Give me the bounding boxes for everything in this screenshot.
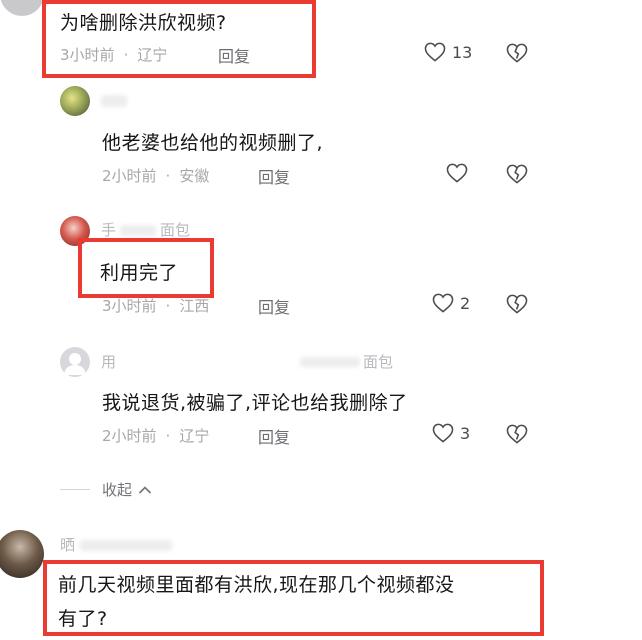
like-count: 13: [452, 42, 473, 62]
dislike-button[interactable]: [506, 43, 528, 67]
comment-text: 利用完了: [100, 262, 179, 284]
comment-location: 辽宁: [179, 427, 210, 445]
avatar[interactable]: [60, 86, 90, 116]
comment-text: 我说退货,被骗了,评论也给我删除了: [102, 392, 408, 414]
default-avatar-icon: [64, 353, 86, 375]
username-blurred: [101, 95, 127, 107]
broken-heart-icon: [506, 43, 528, 63]
username-blurred: [80, 540, 172, 551]
comment-text: 他老婆也给他的视频删了,: [102, 132, 324, 154]
comment-time: 2小时前: [102, 167, 157, 185]
reply-button[interactable]: 回复: [258, 164, 290, 188]
dislike-button[interactable]: [506, 294, 528, 318]
broken-heart-icon: [506, 424, 528, 444]
comment-location: 江西: [179, 297, 210, 315]
comment-meta: 3小时前 · 辽宁: [60, 44, 167, 65]
comment-location: 安徽: [179, 167, 210, 185]
like-button[interactable]: [446, 163, 474, 183]
like-button[interactable]: 13: [424, 42, 472, 62]
username: 用 面包: [101, 351, 411, 372]
username-end: 面包: [160, 221, 191, 239]
collapse-label: 收起: [102, 481, 133, 499]
dislike-button[interactable]: [506, 424, 528, 448]
comment-time: 3小时前: [102, 297, 157, 315]
comment-meta: 2小时前 · 辽宁: [102, 425, 209, 446]
comment-text: 前几天视频里面都有洪欣,现在那几个视频都没: [58, 574, 455, 596]
comment-text-continued: 有了?: [58, 608, 108, 630]
like-button[interactable]: 3: [432, 423, 470, 443]
reply-button[interactable]: 回复: [218, 43, 250, 67]
collapse-divider: [60, 489, 90, 490]
username-end: 面包: [363, 353, 394, 371]
collapse-replies-button[interactable]: 收起: [102, 479, 152, 500]
username-start: 用: [101, 353, 117, 371]
heart-icon: [432, 293, 454, 313]
avatar[interactable]: [60, 216, 90, 246]
meta-separator: ·: [165, 297, 171, 315]
like-button[interactable]: 2: [432, 293, 470, 313]
heart-icon: [424, 42, 446, 62]
like-count: 3: [460, 423, 471, 443]
broken-heart-icon: [506, 164, 528, 184]
comment-text: 为啥删除洪欣视频?: [60, 12, 227, 34]
username-blurred: [120, 225, 157, 236]
like-count: 2: [460, 293, 471, 313]
avatar[interactable]: [0, 530, 44, 578]
reply-button[interactable]: 回复: [258, 424, 290, 448]
username-start: 晒: [60, 536, 76, 554]
heart-icon: [446, 163, 468, 183]
comment-time: 2小时前: [102, 427, 157, 445]
username-start: 手: [101, 221, 117, 239]
comment-time: 3小时前: [60, 46, 115, 64]
avatar[interactable]: [60, 347, 90, 377]
avatar[interactable]: [0, 0, 44, 16]
comment-meta: 2小时前 · 安徽: [102, 165, 209, 186]
username: 晒: [60, 534, 75, 555]
reply-button[interactable]: 回复: [258, 294, 290, 318]
meta-separator: ·: [165, 167, 171, 185]
username: 手 面包: [101, 219, 190, 240]
username-blurred: [300, 357, 360, 367]
chevron-up-icon: [138, 485, 152, 494]
comment-meta: 3小时前 · 江西: [102, 295, 209, 316]
dislike-button[interactable]: [506, 164, 528, 188]
meta-separator: ·: [123, 46, 129, 64]
meta-separator: ·: [165, 427, 171, 445]
heart-icon: [432, 423, 454, 443]
comment-location: 辽宁: [137, 46, 168, 64]
broken-heart-icon: [506, 294, 528, 314]
